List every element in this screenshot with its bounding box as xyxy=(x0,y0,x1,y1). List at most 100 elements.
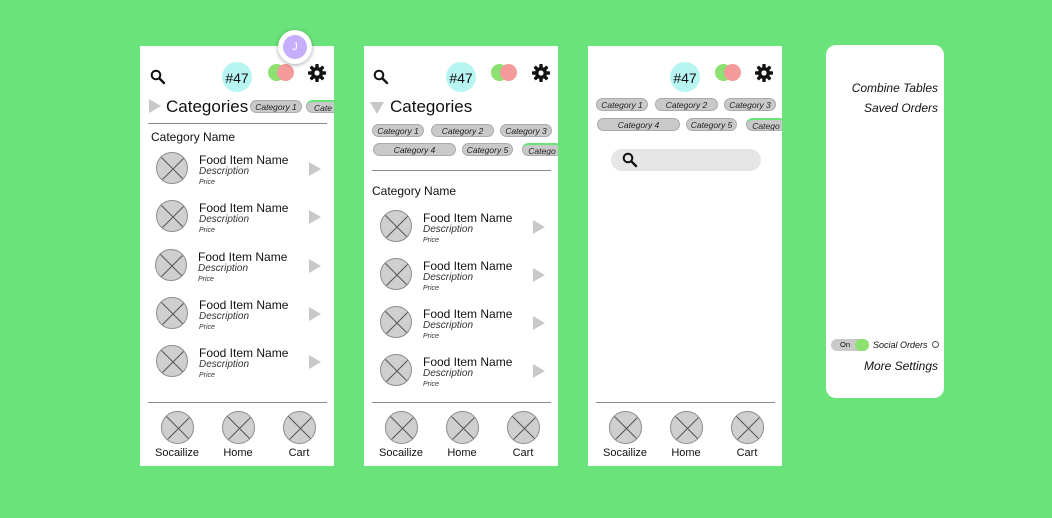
search-input[interactable] xyxy=(611,149,761,171)
nav-cart[interactable]: Cart xyxy=(274,411,324,459)
chevron-right-icon[interactable] xyxy=(533,316,545,330)
more-settings-link[interactable]: More Settings xyxy=(864,359,938,373)
food-item-description: Description xyxy=(423,368,474,379)
divider xyxy=(148,123,327,124)
food-image-placeholder xyxy=(156,345,188,377)
nav-cart[interactable]: Cart xyxy=(722,411,772,459)
combine-tables-link[interactable]: Combine Tables xyxy=(852,81,938,95)
food-item-row[interactable]: Food Item Name Description Price xyxy=(380,258,550,298)
category-pill[interactable]: Category 2 xyxy=(655,98,718,111)
gear-icon[interactable] xyxy=(307,63,327,83)
category-pill[interactable]: Catego xyxy=(746,118,782,131)
home-icon xyxy=(221,411,255,444)
chevron-right-icon[interactable] xyxy=(309,307,321,321)
saved-orders-link[interactable]: Saved Orders xyxy=(864,101,938,115)
avatar-initial: J xyxy=(283,35,307,59)
gear-icon[interactable] xyxy=(754,63,774,83)
food-item-price: Price xyxy=(199,179,215,186)
nav-label: Home xyxy=(447,447,477,459)
category-pill[interactable]: Catego xyxy=(522,143,558,156)
food-item-row[interactable]: Food Item Name Description Price xyxy=(156,152,326,192)
food-item-row[interactable]: Food Item Name Description Price xyxy=(380,306,550,346)
food-item-price: Price xyxy=(198,276,214,283)
home-icon xyxy=(445,411,479,444)
category-section-name: Category Name xyxy=(372,184,457,198)
category-pill[interactable]: Category 4 xyxy=(373,143,456,156)
order-number-badge[interactable]: #47 xyxy=(222,62,252,92)
search-icon[interactable] xyxy=(150,69,166,85)
category-pill[interactable]: Category 2 xyxy=(431,124,494,137)
phone-screen-collapsed-categories: #47 Categories Category 1 Cate Category … xyxy=(140,46,334,466)
food-image-placeholder xyxy=(156,152,188,184)
food-item-row[interactable]: Food Item Name Description Price xyxy=(380,210,550,250)
food-item-row[interactable]: Food Item Name Description Price xyxy=(156,345,326,385)
info-icon[interactable] xyxy=(932,341,939,348)
food-item-name: Food Item Name xyxy=(423,259,513,273)
category-pill[interactable]: Category 1 xyxy=(596,98,648,111)
category-pill[interactable]: Cate xyxy=(306,100,334,113)
category-pill[interactable]: Category 1 xyxy=(250,100,302,113)
food-item-name: Food Item Name xyxy=(199,346,289,360)
gear-icon[interactable] xyxy=(531,63,551,83)
category-pill[interactable]: Category 1 xyxy=(372,124,424,137)
chevron-right-icon[interactable] xyxy=(309,259,321,273)
cart-icon xyxy=(282,411,316,444)
status-toggle-icon[interactable] xyxy=(715,64,743,82)
food-item-name: Food Item Name xyxy=(423,355,513,369)
nav-label: Socailize xyxy=(602,447,648,459)
food-image-placeholder xyxy=(155,249,187,281)
status-toggle-icon[interactable] xyxy=(491,64,519,82)
category-pill[interactable]: Category 4 xyxy=(597,118,680,131)
category-pill[interactable]: Category 3 xyxy=(724,98,776,111)
nav-home[interactable]: Home xyxy=(661,411,711,459)
nav-label: Home xyxy=(671,447,701,459)
food-item-description: Description xyxy=(423,320,474,331)
order-number-badge[interactable]: #47 xyxy=(446,62,476,92)
nav-home[interactable]: Home xyxy=(213,411,263,459)
food-item-description: Description xyxy=(199,166,250,177)
food-image-placeholder xyxy=(156,297,188,329)
nav-label: Socailize xyxy=(378,447,424,459)
food-item-name: Food Item Name xyxy=(199,298,289,312)
nav-cart[interactable]: Cart xyxy=(498,411,548,459)
order-number-badge[interactable]: #47 xyxy=(670,62,700,92)
chevron-right-icon[interactable] xyxy=(309,210,321,224)
food-item-description: Description xyxy=(199,214,250,225)
toggle-state-label: On xyxy=(840,340,851,349)
expand-categories-icon[interactable] xyxy=(149,99,161,113)
chevron-right-icon[interactable] xyxy=(533,268,545,282)
food-image-placeholder xyxy=(380,306,412,338)
collapse-categories-icon[interactable] xyxy=(370,102,384,114)
food-item-row[interactable]: Food Item Name Description Price xyxy=(156,200,326,240)
category-pill[interactable]: Category 5 xyxy=(462,143,513,156)
chevron-right-icon[interactable] xyxy=(533,364,545,378)
chevron-right-icon[interactable] xyxy=(533,220,545,234)
food-item-row[interactable]: Food Item Name Description Price xyxy=(156,297,326,337)
category-pill[interactable]: Category 5 xyxy=(686,118,737,131)
settings-panel: Combine Tables Saved Orders On Social Or… xyxy=(826,45,944,398)
nav-socialize[interactable]: Socailize xyxy=(376,411,426,459)
nav-socialize[interactable]: Socailize xyxy=(152,411,202,459)
nav-label: Home xyxy=(223,447,253,459)
food-item-row[interactable]: Food Item Name Description Price xyxy=(380,354,550,394)
categories-title: Categories xyxy=(390,97,473,116)
search-icon[interactable] xyxy=(373,69,389,85)
chevron-right-icon[interactable] xyxy=(309,162,321,176)
category-pill[interactable]: Category 3 xyxy=(500,124,552,137)
food-item-price: Price xyxy=(199,227,215,234)
phone-screen-search: #47 Category 1 Category 2 Category 3 Cat… xyxy=(588,46,782,466)
nav-home[interactable]: Home xyxy=(437,411,487,459)
food-item-price: Price xyxy=(423,285,439,292)
nav-socialize[interactable]: Socailize xyxy=(600,411,650,459)
cart-icon xyxy=(506,411,540,444)
social-orders-toggle[interactable]: On xyxy=(831,339,869,351)
social-orders-label: Social Orders xyxy=(873,340,928,350)
user-avatar[interactable]: J xyxy=(278,30,312,64)
chevron-right-icon[interactable] xyxy=(309,355,321,369)
food-item-description: Description xyxy=(199,359,250,370)
food-item-name: Food Item Name xyxy=(199,201,289,215)
food-item-row[interactable]: Food Item Name Description Price xyxy=(155,249,325,289)
food-item-description: Description xyxy=(198,263,249,274)
status-toggle-icon[interactable] xyxy=(268,64,296,82)
divider xyxy=(148,402,327,403)
